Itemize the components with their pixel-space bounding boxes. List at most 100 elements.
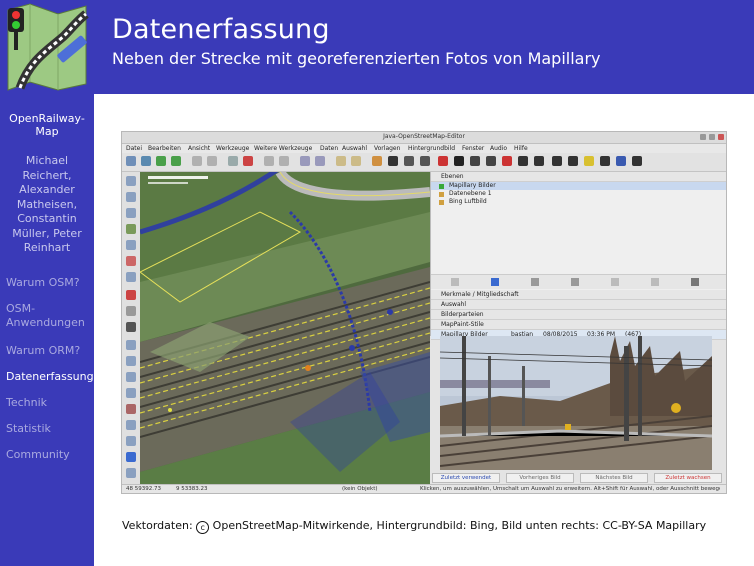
relations-toggle-icon[interactable] bbox=[126, 340, 136, 350]
mapillary-photo[interactable] bbox=[440, 336, 712, 470]
sidebar: OpenRailway-Map Michael Reichert, Alexan… bbox=[0, 0, 94, 566]
platform-icon[interactable] bbox=[600, 156, 610, 166]
layer-row-mapillary[interactable]: Mapillary Bilder bbox=[431, 182, 726, 190]
combine-way-icon[interactable] bbox=[264, 156, 274, 166]
triangle-sign-icon[interactable] bbox=[584, 156, 594, 166]
nav-item-statistik[interactable]: Statistik bbox=[6, 422, 94, 436]
menu-weitere-werkzeuge[interactable]: Weitere Werkzeuge bbox=[254, 145, 312, 152]
nav-item-warum-orm[interactable]: Warum ORM? bbox=[6, 344, 94, 358]
delete-layer-icon[interactable] bbox=[691, 278, 699, 286]
undo-icon[interactable] bbox=[192, 156, 202, 166]
signal-preset-icon[interactable] bbox=[438, 156, 448, 166]
layers-toggle-icon[interactable] bbox=[126, 290, 136, 300]
panel-mappaint[interactable]: MapPaint-Stile bbox=[431, 320, 726, 330]
menu-fenster[interactable]: Fenster bbox=[462, 145, 484, 152]
switch-icon[interactable] bbox=[552, 156, 562, 166]
dialog-headers: Merkmale / Mitgliedschaft Auswahl Bilder… bbox=[430, 290, 726, 340]
layer-row-data[interactable]: Datenebene 1 bbox=[431, 190, 726, 198]
move-down-icon[interactable] bbox=[491, 278, 499, 286]
activate-layer-icon[interactable] bbox=[531, 278, 539, 286]
menu-hintergrundbild[interactable]: Hintergrundbild bbox=[408, 145, 455, 152]
station-icon[interactable] bbox=[616, 156, 626, 166]
merge-layer-icon[interactable] bbox=[611, 278, 619, 286]
menu-bearbeiten[interactable]: Bearbeiten bbox=[148, 145, 181, 152]
menu-audio[interactable]: Audio bbox=[490, 145, 507, 152]
map-view[interactable] bbox=[140, 172, 430, 484]
last-used-button[interactable]: Zuletzt verwendet bbox=[432, 473, 500, 483]
buffer-stop-icon[interactable] bbox=[568, 156, 578, 166]
improve-way-icon[interactable] bbox=[126, 256, 136, 266]
authors: Michael Reichert, Alexander Matheisen, C… bbox=[12, 154, 82, 254]
layers-header[interactable]: Ebenen bbox=[431, 172, 726, 182]
align-circle-icon[interactable] bbox=[300, 156, 310, 166]
level-crossing-icon[interactable] bbox=[518, 156, 528, 166]
milestone-icon[interactable] bbox=[534, 156, 544, 166]
maximize-icon[interactable] bbox=[709, 134, 715, 140]
close-icon[interactable] bbox=[718, 134, 724, 140]
properties-toggle-icon[interactable] bbox=[126, 306, 136, 316]
menu-hilfe[interactable]: Hilfe bbox=[514, 145, 528, 152]
menu-daten[interactable]: Daten bbox=[320, 145, 338, 152]
credits-prefix: Vektordaten: bbox=[122, 519, 193, 532]
panel-auswahl[interactable]: Auswahl bbox=[431, 300, 726, 310]
panel-merkmale[interactable]: Merkmale / Mitgliedschaft bbox=[431, 290, 726, 300]
warning-sign-icon[interactable] bbox=[486, 156, 496, 166]
select-mode-icon[interactable] bbox=[126, 176, 136, 186]
car-icon[interactable] bbox=[404, 156, 414, 166]
menu-ansicht[interactable]: Ansicht bbox=[188, 145, 210, 152]
mappaint-toggle-icon[interactable] bbox=[126, 468, 136, 478]
show-hide-icon[interactable] bbox=[571, 278, 579, 286]
hand-icon[interactable] bbox=[388, 156, 398, 166]
last-grow-button[interactable]: Zuletzt wachsen bbox=[654, 473, 722, 483]
train-icon[interactable] bbox=[420, 156, 430, 166]
previous-image-button[interactable]: Vorheriges Bild bbox=[506, 473, 574, 483]
split-way-icon[interactable] bbox=[279, 156, 289, 166]
crossing-icon[interactable] bbox=[470, 156, 480, 166]
panel-bilderparteien[interactable]: Bilderparteien bbox=[431, 310, 726, 320]
slide-header: Datenerfassung Neben der Strecke mit geo… bbox=[94, 0, 754, 94]
nav-item-datenerfassung[interactable]: Datenerfassung bbox=[6, 370, 94, 384]
open-file-icon[interactable] bbox=[126, 156, 136, 166]
align-line-icon[interactable] bbox=[315, 156, 325, 166]
menubar: Datei Bearbeiten Ansicht Werkzeuge Weite… bbox=[122, 144, 726, 153]
layer-row-bing[interactable]: Bing Luftbild bbox=[431, 198, 726, 206]
next-image-button[interactable]: Nächstes Bild bbox=[580, 473, 648, 483]
menu-werkzeuge[interactable]: Werkzeuge bbox=[216, 145, 249, 152]
filter-layer-icon[interactable] bbox=[651, 278, 659, 286]
minimize-icon[interactable] bbox=[700, 134, 706, 140]
extrude-mode-icon[interactable] bbox=[126, 272, 136, 282]
download-icon[interactable] bbox=[156, 156, 166, 166]
move-up-icon[interactable] bbox=[451, 278, 459, 286]
crossover-icon[interactable] bbox=[632, 156, 642, 166]
nav-item-community[interactable]: Community bbox=[6, 448, 94, 462]
stop-signal-icon[interactable] bbox=[502, 156, 512, 166]
nav-item-technik[interactable]: Technik bbox=[6, 396, 94, 410]
save-icon[interactable] bbox=[141, 156, 151, 166]
mapillary-tool-icon[interactable] bbox=[372, 156, 382, 166]
simplify-icon[interactable] bbox=[351, 156, 361, 166]
delete-icon[interactable] bbox=[243, 156, 253, 166]
history-toggle-icon[interactable] bbox=[126, 356, 136, 366]
pause-icon[interactable] bbox=[454, 156, 464, 166]
menu-auswahl[interactable]: Auswahl bbox=[342, 145, 367, 152]
ortho-icon[interactable] bbox=[336, 156, 346, 166]
delete-mode-icon[interactable] bbox=[126, 224, 136, 234]
validator-toggle-icon[interactable] bbox=[126, 404, 136, 414]
menu-datei[interactable]: Datei bbox=[126, 145, 142, 152]
upload-icon[interactable] bbox=[171, 156, 181, 166]
menu-vorlagen[interactable]: Vorlagen bbox=[374, 145, 400, 152]
mapillary-toggle-icon[interactable] bbox=[126, 452, 136, 462]
conflict-toggle-icon[interactable] bbox=[126, 388, 136, 398]
filter-toggle-icon[interactable] bbox=[126, 436, 136, 446]
parallel-mode-icon[interactable] bbox=[126, 240, 136, 250]
selection-toggle-icon[interactable] bbox=[126, 322, 136, 332]
nav-item-osm-anwendungen[interactable]: OSM-Anwendungen bbox=[6, 302, 94, 330]
draw-mode-icon[interactable] bbox=[126, 192, 136, 202]
status-lat: 48 59392.73 bbox=[126, 486, 161, 492]
zoom-mode-icon[interactable] bbox=[126, 208, 136, 218]
commands-toggle-icon[interactable] bbox=[126, 372, 136, 382]
notes-toggle-icon[interactable] bbox=[126, 420, 136, 430]
redo-icon[interactable] bbox=[207, 156, 217, 166]
nav-item-warum-osm[interactable]: Warum OSM? bbox=[6, 276, 94, 290]
preferences-icon[interactable] bbox=[228, 156, 238, 166]
